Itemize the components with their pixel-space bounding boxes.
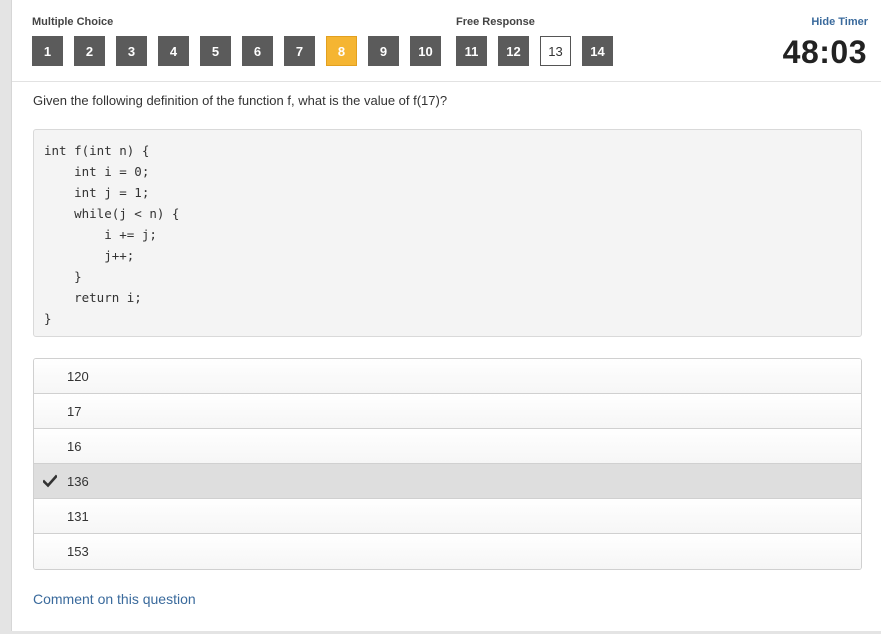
question-button-4[interactable]: 4	[158, 36, 189, 66]
answer-choice-4[interactable]: 136	[34, 464, 861, 499]
answer-choice-2[interactable]: 17	[34, 394, 861, 429]
question-button-13[interactable]: 13	[540, 36, 571, 66]
question-button-6[interactable]: 6	[242, 36, 273, 66]
answer-choice-3[interactable]: 16	[34, 429, 861, 464]
question-button-10[interactable]: 10	[410, 36, 441, 66]
question-nav-mc: 1 2 3 4 5 6 7 8 9 10	[32, 36, 452, 66]
question-button-3[interactable]: 3	[116, 36, 147, 66]
answer-choice-1[interactable]: 120	[34, 359, 861, 394]
multiple-choice-label: Multiple Choice	[32, 16, 114, 28]
answer-choice-5[interactable]: 131	[34, 499, 861, 534]
timer-display: 48:03	[782, 34, 867, 70]
question-button-9[interactable]: 9	[368, 36, 399, 66]
question-button-7[interactable]: 7	[284, 36, 315, 66]
checkmark-icon	[43, 474, 57, 488]
answer-choice-label: 153	[67, 544, 89, 559]
answer-choice-6[interactable]: 153	[34, 534, 861, 569]
hide-timer-link[interactable]: Hide Timer	[811, 16, 868, 28]
question-nav-fr: 11 12 13 14	[456, 36, 624, 66]
header-divider	[12, 81, 881, 82]
answer-choice-label: 136	[67, 473, 89, 489]
question-button-8[interactable]: 8	[326, 36, 357, 66]
question-button-11[interactable]: 11	[456, 36, 487, 66]
question-button-5[interactable]: 5	[200, 36, 231, 66]
code-block: int f(int n) { int i = 0; int j = 1; whi…	[33, 129, 862, 337]
answer-choice-label: 17	[67, 403, 82, 419]
free-response-label: Free Response	[456, 16, 535, 28]
comment-link[interactable]: Comment on this question	[33, 591, 196, 607]
question-button-14[interactable]: 14	[582, 36, 613, 66]
question-button-12[interactable]: 12	[498, 36, 529, 66]
question-prompt: Given the following definition of the fu…	[33, 93, 448, 108]
answer-choice-label: 131	[67, 508, 89, 524]
question-button-1[interactable]: 1	[32, 36, 63, 66]
answer-choice-label: 16	[67, 438, 82, 454]
question-button-2[interactable]: 2	[74, 36, 105, 66]
answer-choice-label: 120	[67, 368, 89, 384]
answer-choices: 120 17 16 136 131 153	[33, 358, 862, 570]
question-card: Multiple Choice Free Response 1 2 3 4 5 …	[11, 0, 881, 631]
